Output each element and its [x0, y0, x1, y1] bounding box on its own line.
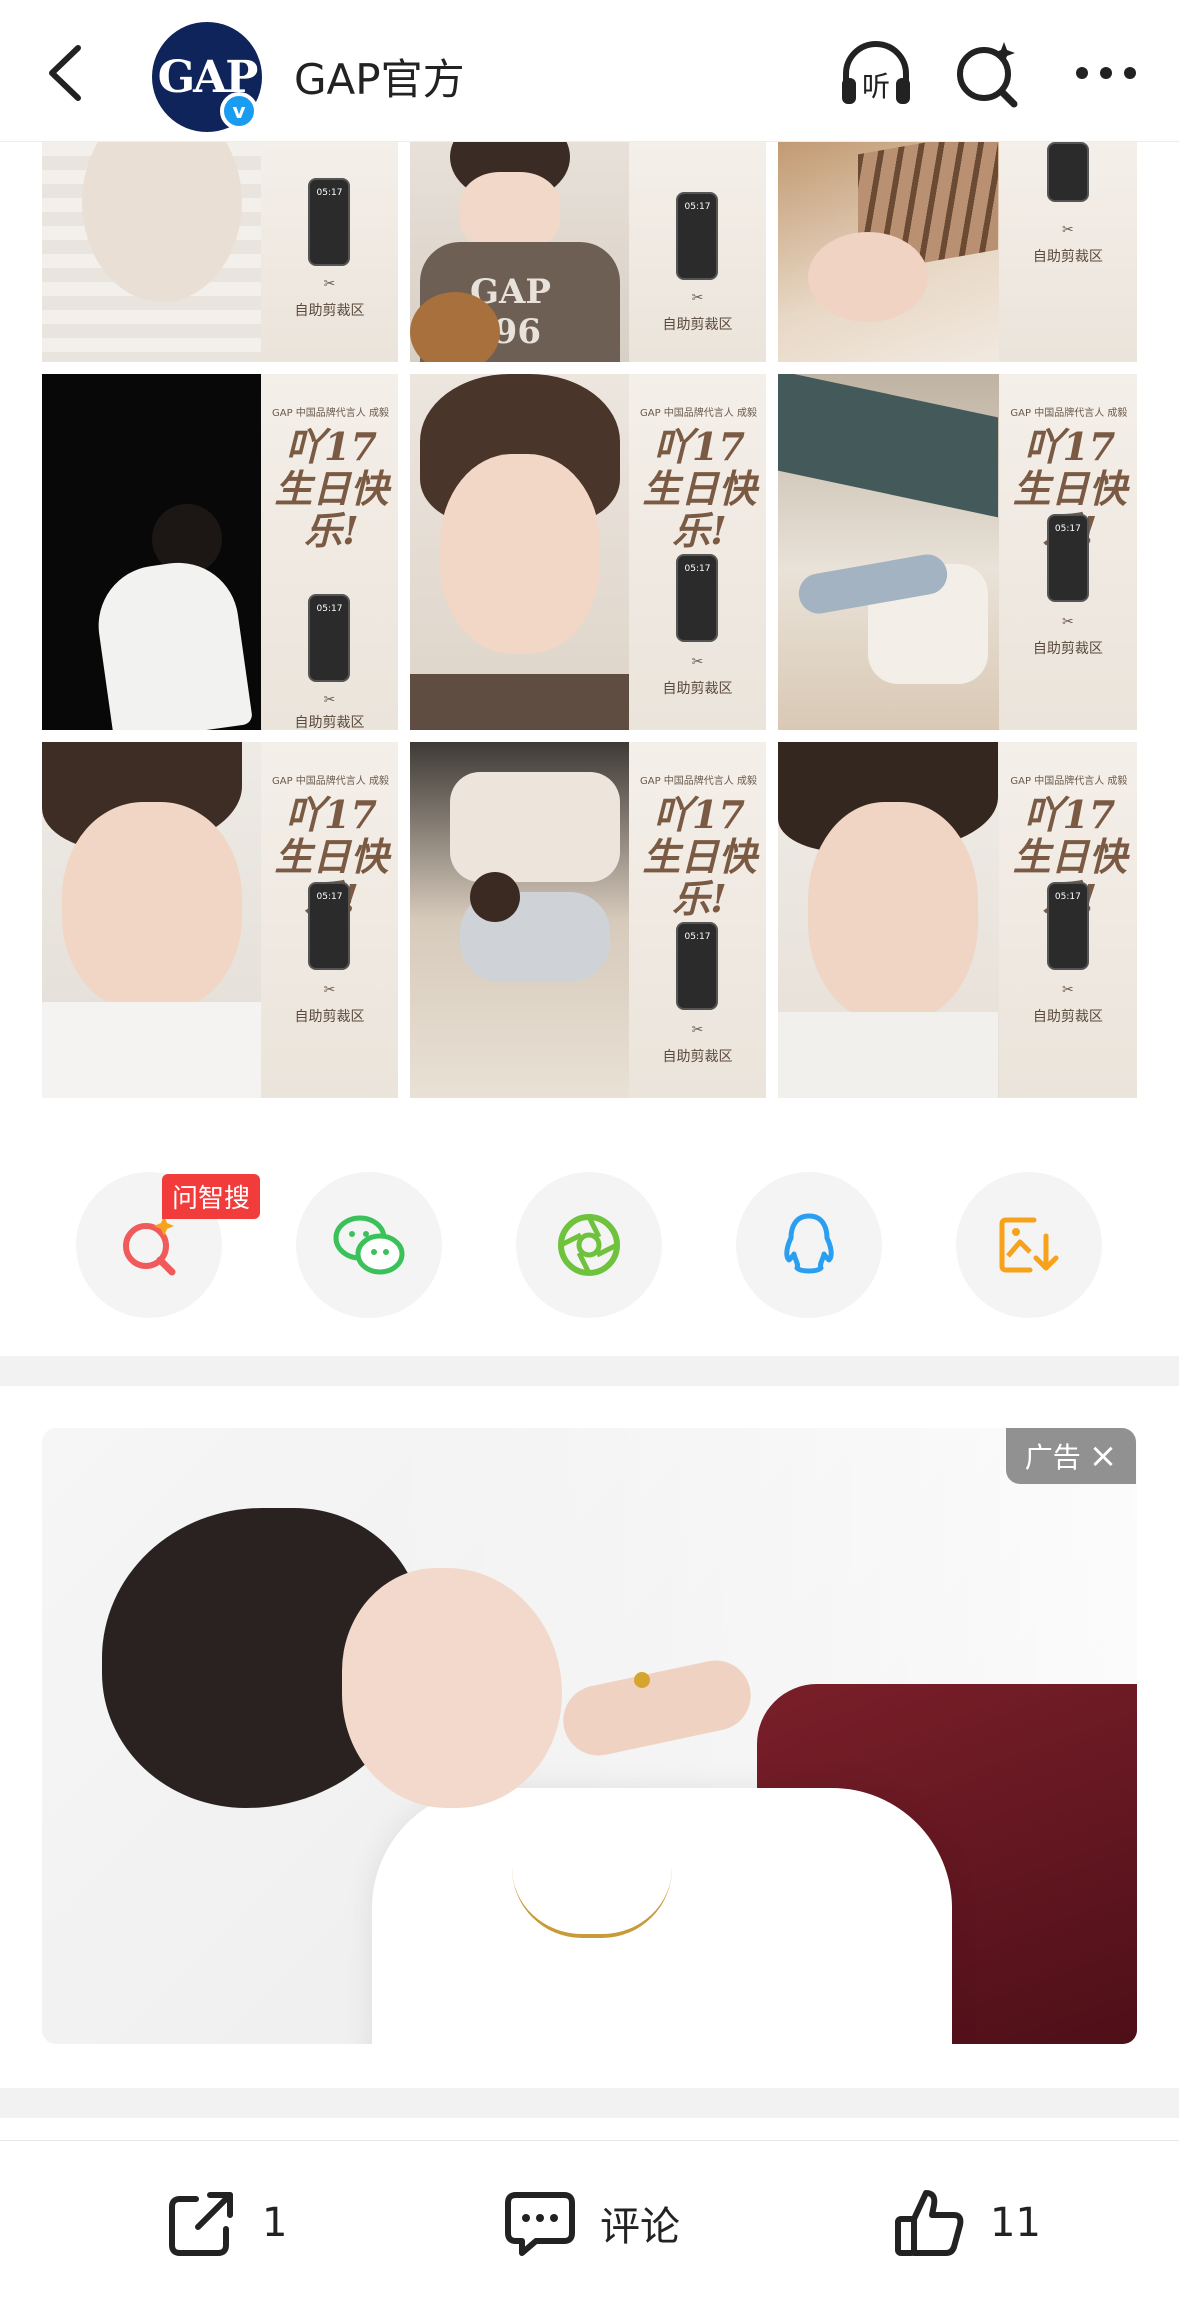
image-grid: 05:17 ✂ 自助剪裁区 GAP 196 05:17 ✂ 自助剪裁区 ✂ 自助…	[42, 142, 1137, 1102]
top-bar: GAP v GAP官方 听	[0, 0, 1179, 142]
like-button[interactable]: 11	[892, 2185, 1041, 2261]
repost-count: 1	[262, 2200, 288, 2246]
more-button[interactable]	[1066, 40, 1146, 106]
section-divider-bottom	[0, 2088, 1179, 2118]
grid-image-3[interactable]: ✂ 自助剪裁区	[778, 142, 1137, 362]
moments-share-button[interactable]	[516, 1172, 662, 1318]
verified-badge: v	[220, 92, 258, 130]
section-divider	[0, 1356, 1179, 1386]
grid-image-4[interactable]: GAP 中国品牌代言人 成毅 吖17 生日快乐! 05:17 ✂ 自助剪裁区	[42, 374, 398, 730]
grid-image-6[interactable]: GAP 中国品牌代言人 成毅 吖17 生日快乐! 05:17 ✂ 自助剪裁区	[778, 374, 1137, 730]
grid-image-7[interactable]: GAP 中国品牌代言人 成毅 吖17 生日快乐! 05:17 ✂ 自助剪裁区	[42, 742, 398, 1098]
ask-ai-badge[interactable]: 问智搜	[162, 1174, 261, 1219]
back-arrow-icon	[49, 45, 81, 101]
grid-image-9[interactable]: GAP 中国品牌代言人 成毅 吖17 生日快乐! 05:17 ✂ 自助剪裁区	[778, 742, 1137, 1098]
close-icon[interactable]: ×	[1089, 1436, 1118, 1476]
listen-button[interactable]: 听	[836, 36, 916, 112]
comment-button[interactable]: 评论	[502, 2185, 680, 2261]
save-image-button[interactable]	[956, 1172, 1102, 1318]
grid-image-2[interactable]: GAP 196 05:17 ✂ 自助剪裁区	[410, 142, 766, 362]
comment-icon	[505, 2192, 575, 2256]
moments-icon	[558, 1214, 620, 1276]
ai-search-share-icon	[123, 1216, 176, 1276]
comment-label: 评论	[600, 2204, 680, 2250]
account-name[interactable]: GAP官方	[294, 46, 465, 107]
grid-image-8[interactable]: GAP 中国品牌代言人 成毅 吖17 生日快乐! 05:17 ✂ 自助剪裁区	[410, 742, 766, 1098]
thumbs-up-icon	[895, 2190, 964, 2256]
ad-badge[interactable]: 广告 ×	[1006, 1428, 1136, 1484]
ai-search-button[interactable]	[950, 36, 1026, 112]
qq-icon	[784, 1213, 834, 1274]
qq-share-button[interactable]	[736, 1172, 882, 1318]
wechat-icon	[333, 1215, 405, 1275]
back-button[interactable]	[32, 38, 102, 108]
listen-icon: 听	[842, 41, 910, 104]
grid-image-1[interactable]: 05:17 ✂ 自助剪裁区	[42, 142, 398, 362]
save-image-icon	[999, 1217, 1059, 1273]
ad-image[interactable]	[42, 1428, 1137, 2044]
grid-image-5[interactable]: GAP 中国品牌代言人 成毅 吖17 生日快乐! 05:17 ✂ 自助剪裁区	[410, 374, 766, 730]
like-count: 11	[990, 2200, 1041, 2246]
repost-button[interactable]: 1	[164, 2185, 287, 2261]
bottom-action-bar: 1 评论 11	[0, 2140, 1179, 2298]
share-icon	[169, 2192, 233, 2256]
ai-search-icon	[957, 42, 1018, 108]
weibo-post-page: GAP v GAP官方 听 05:17 ✂ 自助剪裁区 GAP 196 05:1…	[0, 0, 1179, 2298]
wechat-share-button[interactable]	[296, 1172, 442, 1318]
ad-label: 广告	[1024, 1441, 1081, 1474]
svg-text:听: 听	[862, 70, 890, 103]
more-icon	[1076, 67, 1136, 79]
